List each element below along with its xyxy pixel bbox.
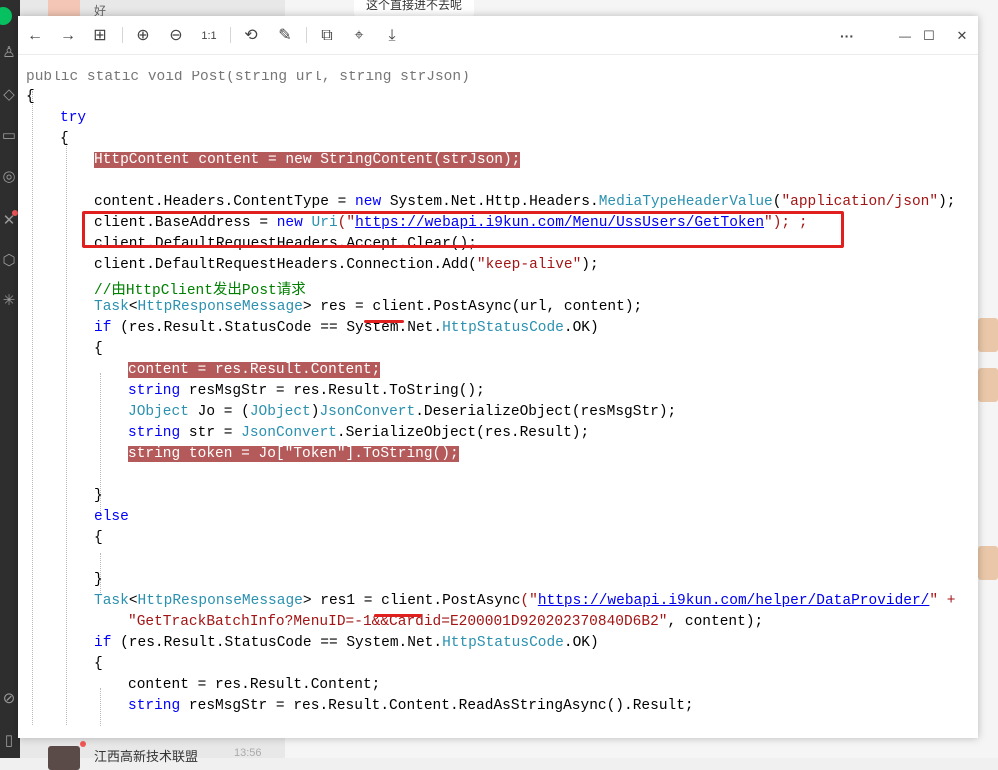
divider	[306, 27, 307, 43]
code-line-highlighted: HttpContent content = new StringContent(…	[94, 152, 521, 168]
avatar	[48, 746, 80, 770]
code-line: }	[94, 488, 103, 504]
image-viewer-window: ← → ⊞ ⊕ ⊖ 1:1 ⟲ ✎ ⧉ ⌖ ⤓ ··· — ☐ ✕ public…	[18, 16, 978, 738]
edit-icon[interactable]: ✎	[274, 25, 296, 47]
code-line: public static void Post(string url, stri…	[26, 71, 470, 85]
maximize-icon[interactable]: ☐	[918, 25, 940, 47]
app-sidebar: ♙ ◇ ▭ ◎ ✕ ⬡ ✳ ⊘ ▯	[0, 0, 20, 758]
code-line: try	[60, 110, 87, 126]
message-bubble: 这个直接进不去呢	[354, 0, 475, 17]
avatar	[978, 546, 998, 580]
code-line: {	[26, 89, 35, 105]
zoom-in-icon[interactable]: ⊕	[132, 25, 154, 47]
phone-icon[interactable]: ▯	[0, 732, 18, 750]
close-icon[interactable]: ✕	[951, 25, 973, 47]
minimize-icon[interactable]: —	[894, 25, 916, 47]
divider	[230, 27, 231, 43]
code-line: client.DefaultRequestHeaders.Connection.…	[94, 257, 599, 273]
rotate-icon[interactable]: ⟲	[240, 25, 262, 47]
code-screenshot: public static void Post(string url, stri…	[18, 71, 978, 726]
code-line: JObject Jo = (JObject)JsonConvert.Deseri…	[128, 404, 677, 420]
unread-dot	[80, 741, 86, 747]
grid-icon[interactable]: ⊞	[89, 25, 111, 47]
chat-time: 13:56	[234, 747, 262, 759]
more-icon[interactable]: ···	[836, 25, 858, 47]
code-line-highlighted: string token = Jo["Token"].ToString();	[128, 446, 459, 462]
code-line: {	[60, 131, 69, 147]
code-line: string resMsgStr = res.Result.ToString()…	[128, 383, 485, 399]
channels-icon[interactable]: ⬡	[0, 252, 18, 270]
zoom-out-icon[interactable]: ⊖	[165, 25, 187, 47]
code-line: else	[94, 509, 129, 525]
code-line-highlighted: content = res.Result.Content;	[128, 362, 381, 378]
code-line: content = res.Result.Content;	[128, 677, 381, 693]
avatar	[978, 318, 998, 352]
chat-name: 江西高新技术联盟	[94, 749, 199, 764]
code-line: if (res.Result.StatusCode == System.Net.…	[94, 320, 599, 336]
indent-guide	[32, 91, 33, 726]
back-icon[interactable]: ←	[24, 25, 46, 47]
divider	[122, 27, 123, 43]
code-line: "GetTrackBatchInfo?MenuID=-1&&Cardid=E20…	[128, 614, 764, 630]
contacts-icon[interactable]: ♙	[0, 44, 18, 62]
actual-size-icon[interactable]: 1:1	[198, 25, 220, 47]
code-line: string resMsgStr = res.Result.Content.Re…	[128, 698, 694, 714]
annotation-underline	[374, 614, 422, 617]
code-line: string str = JsonConvert.SerializeObject…	[128, 425, 590, 441]
code-line: }	[94, 572, 103, 588]
chat-icon[interactable]	[0, 7, 12, 25]
code-line: content.Headers.ContentType = new System…	[94, 194, 956, 210]
code-line: {	[94, 656, 103, 672]
indent-guide	[66, 143, 67, 726]
scan-text-icon[interactable]: ⌖	[348, 25, 370, 47]
copy-icon[interactable]: ⧉	[316, 25, 338, 47]
code-line: if (res.Result.StatusCode == System.Net.…	[94, 635, 599, 651]
code-line: Task<HttpResponseMessage> res = client.P…	[94, 299, 643, 315]
files-icon[interactable]: ▭	[0, 127, 18, 145]
chat-list-item[interactable]: 江西高新技术联盟 13:56	[20, 738, 285, 770]
annotation-box	[82, 211, 844, 248]
code-line: {	[94, 341, 103, 357]
annotation-underline	[364, 320, 404, 323]
viewer-toolbar: ← → ⊞ ⊕ ⊖ 1:1 ⟲ ✎ ⧉ ⌖ ⤓ ··· — ☐ ✕	[18, 16, 978, 55]
code-line: Task<HttpResponseMessage> res1 = client.…	[94, 593, 956, 609]
link-icon[interactable]: ⊘	[0, 690, 18, 708]
indent-guide	[100, 688, 101, 726]
avatar	[978, 368, 998, 402]
favorites-icon[interactable]: ◇	[0, 86, 18, 104]
download-icon[interactable]: ⤓	[381, 25, 403, 47]
forward-icon[interactable]: →	[57, 25, 79, 47]
search-icon[interactable]: ✳	[0, 292, 18, 310]
code-line: {	[94, 530, 103, 546]
moments-icon[interactable]: ◎	[0, 168, 18, 186]
code-comment: //由HttpClient发出Post请求	[94, 283, 306, 299]
